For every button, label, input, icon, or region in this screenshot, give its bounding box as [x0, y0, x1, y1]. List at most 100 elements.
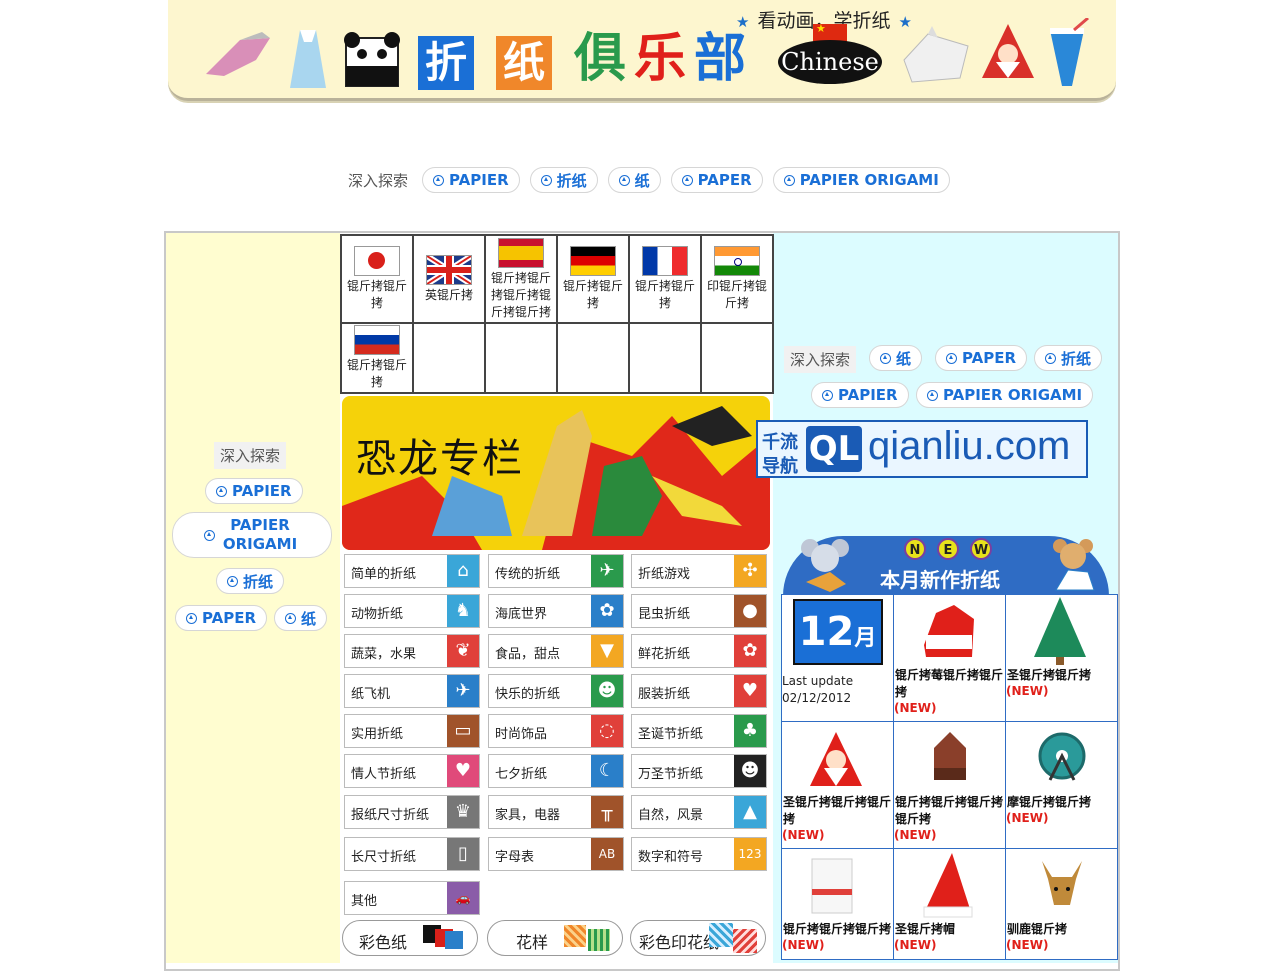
- category-item[interactable]: 长尺寸折纸 ▯: [344, 837, 480, 871]
- christmas-tree-icon: ♣: [734, 715, 766, 747]
- empty-cell: [412, 322, 486, 394]
- category-item[interactable]: 传统的折纸 ✈: [488, 554, 624, 588]
- language-badge[interactable]: Chinese: [778, 40, 882, 84]
- month-number: 12: [798, 609, 855, 655]
- category-label: 情人节折纸: [351, 767, 417, 782]
- search-chip[interactable]: 折纸: [529, 167, 598, 193]
- language-label: 锟斤拷锟斤拷锟斤拷锟斤拷锟斤拷: [490, 270, 551, 319]
- search-chip[interactable]: PAPER: [935, 345, 1028, 371]
- category-label: 字母表: [495, 850, 535, 865]
- search-chip-icon: [186, 612, 197, 624]
- language-english[interactable]: 英锟斤拷: [412, 234, 486, 324]
- category-label: 食品，甜点: [495, 647, 561, 662]
- ferris-wheel-thumbnail: [1006, 722, 1117, 794]
- new-work-item[interactable]: 摩锟斤拷锟斤拷 (NEW): [1005, 721, 1118, 849]
- category-label: 服装折纸: [638, 687, 691, 702]
- new-tag: (NEW): [894, 938, 937, 952]
- language-french[interactable]: 锟斤拷锟斤拷: [628, 234, 702, 324]
- category-item[interactable]: 折纸游戏 ✣: [631, 554, 767, 588]
- language-russian[interactable]: 锟斤拷锟斤拷: [340, 322, 414, 394]
- category-item[interactable]: 七夕折纸 ☾: [488, 754, 624, 788]
- new-work-item[interactable]: 圣锟斤拷锟斤拷锟斤拷 (NEW): [781, 721, 894, 849]
- language-german[interactable]: 锟斤拷锟斤拷: [556, 234, 630, 324]
- search-chip-icon: [946, 352, 957, 364]
- search-chip-label: 纸: [896, 349, 912, 368]
- paper-button-printed[interactable]: 彩色印花纸: [630, 920, 766, 956]
- category-item[interactable]: 动物折纸 ♞: [344, 594, 480, 628]
- numbers-icon: 123: [734, 838, 766, 870]
- language-label: 英锟斤拷: [424, 287, 473, 302]
- category-item[interactable]: 报纸尺寸折纸 ♛: [344, 795, 480, 829]
- category-item[interactable]: 时尚饰品 ◌: [488, 714, 624, 748]
- category-item[interactable]: 昆虫折纸 ●: [631, 594, 767, 628]
- category-item[interactable]: 家具，电器 ╥: [488, 795, 624, 829]
- category-item[interactable]: 字母表 AB: [488, 837, 624, 871]
- search-chip[interactable]: 纸: [274, 605, 328, 631]
- search-chip[interactable]: 折纸: [216, 568, 285, 594]
- fish-icon: ✿: [591, 595, 623, 627]
- last-update-label: Last update: [782, 674, 854, 688]
- category-label: 纸飞机: [351, 687, 391, 702]
- category-item[interactable]: 万圣节折纸 ☻: [631, 754, 767, 788]
- language-spanish[interactable]: 锟斤拷锟斤拷锟斤拷锟斤拷锟斤拷: [484, 234, 558, 324]
- language-label: 印锟斤拷锟斤拷: [706, 279, 767, 310]
- category-label: 家具，电器: [495, 808, 561, 823]
- search-chip-icon: [783, 174, 795, 186]
- house-thumbnail: [894, 722, 1005, 794]
- category-item[interactable]: 鲜花折纸 ✿: [631, 634, 767, 668]
- new-work-item[interactable]: 圣锟斤拷帽 (NEW): [893, 848, 1006, 960]
- category-item[interactable]: 简单的折纸 ⌂: [344, 554, 480, 588]
- category-item[interactable]: 自然，风景 ▲: [631, 795, 767, 829]
- bear-mascot-icon: [1048, 538, 1098, 598]
- last-update-date: 02/12/2012: [782, 691, 852, 705]
- category-item[interactable]: 快乐的折纸 ☻: [488, 674, 624, 708]
- empty-cell: [700, 322, 774, 394]
- airplane-icon: ✈: [447, 675, 479, 707]
- new-letter-n: N: [904, 538, 926, 560]
- category-item[interactable]: 其他 🚗: [344, 881, 480, 915]
- category-item[interactable]: 实用折纸 ▭: [344, 714, 480, 748]
- crane-icon: ✈: [591, 555, 623, 587]
- category-label: 数字和符号: [638, 850, 704, 865]
- origami-cat-icon: [898, 26, 972, 90]
- category-item[interactable]: 海底世界 ✿: [488, 594, 624, 628]
- search-chip[interactable]: 纸: [607, 167, 661, 193]
- search-chip[interactable]: PAPIER: [811, 382, 909, 408]
- category-item[interactable]: 情人节折纸 ♥: [344, 754, 480, 788]
- language-japanese[interactable]: 锟斤拷锟斤拷: [340, 234, 414, 324]
- house-icon: ⌂: [447, 555, 479, 587]
- category-label: 长尺寸折纸: [351, 850, 417, 865]
- qianliu-nav-badge[interactable]: 千流 导航 QL qianliu.com: [756, 420, 1088, 478]
- category-label: 蔬菜，水果: [351, 647, 417, 662]
- new-work-title: 锟斤拷莓锟斤拷锟斤拷: [895, 668, 1004, 699]
- search-chip[interactable]: PAPIER ORIGAMI: [916, 382, 1094, 408]
- new-work-item[interactable]: 圣锟斤拷锟斤拷 (NEW): [1005, 594, 1118, 722]
- new-work-item[interactable]: 锟斤拷锟斤拷锟斤拷锟斤拷 (NEW): [893, 721, 1006, 849]
- category-label: 昆虫折纸: [638, 607, 691, 622]
- category-item[interactable]: 蔬菜，水果 ❦: [344, 634, 480, 668]
- origami-panda-icon: [342, 32, 402, 92]
- new-work-item[interactable]: 锟斤拷锟斤拷锟斤拷 (NEW): [781, 848, 894, 960]
- dinosaur-banner[interactable]: 恐龙专栏: [342, 396, 770, 550]
- search-chip[interactable]: PAPIER ORIGAMI: [172, 512, 332, 558]
- search-chip[interactable]: 折纸: [1034, 345, 1103, 371]
- category-item[interactable]: 圣诞节折纸 ♣: [631, 714, 767, 748]
- category-item[interactable]: 食品，甜点 ▼: [488, 634, 624, 668]
- search-chip[interactable]: PAPER: [175, 605, 268, 631]
- new-work-item[interactable]: 锟斤拷莓锟斤拷锟斤拷 (NEW): [893, 594, 1006, 722]
- search-chip[interactable]: PAPIER: [422, 167, 520, 193]
- paper-button-color[interactable]: 彩色纸: [342, 920, 478, 956]
- paper-button-pattern[interactable]: 花样: [487, 920, 623, 956]
- new-work-item[interactable]: 驯鹿锟斤拷 (NEW): [1005, 848, 1118, 960]
- category-item[interactable]: 服装折纸 ♥: [631, 674, 767, 708]
- category-item[interactable]: 纸飞机 ✈: [344, 674, 480, 708]
- language-table: 锟斤拷锟斤拷 英锟斤拷 锟斤拷锟斤拷锟斤拷锟斤拷锟斤拷 锟斤拷锟斤拷 锟斤拷锟斤…: [340, 234, 774, 394]
- search-chip[interactable]: 纸: [869, 345, 923, 371]
- title-char-4: 乐: [634, 29, 687, 89]
- search-chip[interactable]: PAPIER ORIGAMI: [772, 167, 950, 193]
- search-chip[interactable]: PAPIER: [205, 478, 303, 504]
- japan-flag-icon: [354, 246, 400, 276]
- search-chip[interactable]: PAPER: [670, 167, 763, 193]
- category-item[interactable]: 数字和符号 123: [631, 837, 767, 871]
- language-hindi[interactable]: 印锟斤拷锟斤拷: [700, 234, 774, 324]
